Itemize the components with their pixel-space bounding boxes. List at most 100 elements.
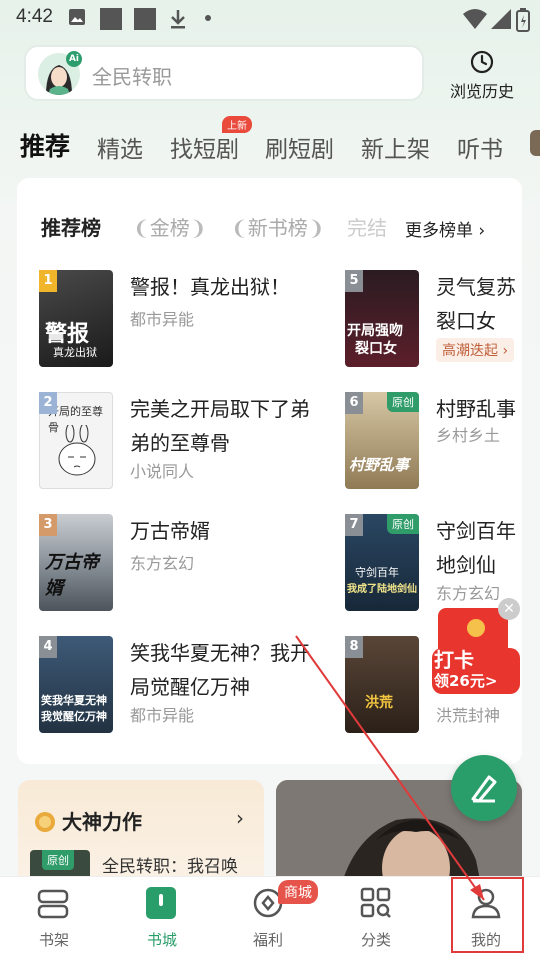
book-title: 守剑百年地剑仙 <box>436 519 516 577</box>
laurel-left-icon: ❨ <box>133 216 150 240</box>
wifi-icon <box>463 9 487 29</box>
checkin-redpacket[interactable]: 打卡 领26元> ✕ <box>430 598 522 696</box>
rank-tab-gold[interactable]: ❨金榜❩ <box>133 212 207 241</box>
category-tabs: 推荐 精选 找短剧 刷短剧 新上架 听书 <box>0 124 540 164</box>
featured-book-title: 全民转职：我召唤 <box>102 857 238 877</box>
rank-tab-recommend[interactable]: 推荐榜 <box>41 212 101 241</box>
cover-title: 开局强吻 <box>347 323 403 339</box>
browse-history-label: 浏览历史 <box>449 82 514 101</box>
book-genre: 东方玄幻 <box>130 554 195 573</box>
book-title: 灵气复苏裂口女 <box>436 275 516 333</box>
redpacket-line2: 领26元> <box>434 672 498 690</box>
book-title: 完美之开局取下了弟弟的至尊骨 <box>130 397 310 455</box>
book-item[interactable]: 开局的至尊骨 2 完美之开局取下了弟弟的至尊骨 小说同人 <box>39 392 329 490</box>
original-tag: 原创 <box>42 850 74 870</box>
cover-title: 村野乱事 <box>349 456 410 474</box>
rank-number: 8 <box>345 636 363 658</box>
search-input[interactable]: 全民转职 <box>92 61 172 90</box>
nav-label: 分类 <box>360 931 391 949</box>
rabbit-illustration-icon <box>58 425 96 476</box>
hot-tag: 高潮迭起 › <box>436 338 515 362</box>
bookstore-icon <box>146 887 176 919</box>
book-genre: 小说同人 <box>130 462 195 481</box>
app-notification-icon <box>100 8 122 30</box>
rank-number: 2 <box>39 392 57 414</box>
category-icon <box>360 887 391 918</box>
redpacket-line1: 打卡 <box>434 648 474 672</box>
rank-number: 7 <box>345 514 363 536</box>
cover-title: 笑我华夏无神 <box>41 694 107 707</box>
shield-icon[interactable] <box>530 130 540 156</box>
chevron-right-icon[interactable]: › <box>236 806 244 830</box>
rank-number: 6 <box>345 392 363 414</box>
more-notifications-icon <box>205 15 211 21</box>
status-time: 4:42 <box>16 6 53 27</box>
laurel-right-icon: ❩ <box>189 216 207 240</box>
nav-label: 福利 <box>252 931 283 949</box>
close-icon[interactable]: ✕ <box>498 598 520 620</box>
tab-audiobooks[interactable]: 听书 <box>457 130 503 164</box>
cover-title: 洪荒 <box>365 695 393 711</box>
new-badge: 上新 <box>222 116 252 133</box>
battery-icon <box>516 8 530 32</box>
nav-label: 书架 <box>38 931 69 949</box>
book-genre: 乡村乡土 <box>436 426 501 445</box>
laurel-left-icon: ❨ <box>231 216 248 240</box>
ai-badge: Ai <box>66 51 82 67</box>
write-button[interactable] <box>451 755 517 821</box>
tab-recommend[interactable]: 推荐 <box>20 127 70 163</box>
rank-number: 5 <box>345 270 363 292</box>
book-genre: 都市异能 <box>130 310 195 329</box>
rank-tab-new[interactable]: ❨新书榜❩ <box>231 212 325 241</box>
rank-number: 3 <box>39 514 57 536</box>
cover-subtitle: 我成了陆地剑仙 <box>347 584 417 595</box>
featured-title: 大神力作 <box>62 810 142 834</box>
nav-label: 书城 <box>146 931 177 949</box>
download-icon <box>171 10 185 29</box>
nav-category[interactable]: 分类 <box>322 877 430 960</box>
status-bar: 4:42 <box>0 0 540 36</box>
tab-selected[interactable]: 精选 <box>97 130 143 164</box>
rank-tab-finished[interactable]: 完结 <box>347 212 407 241</box>
book-genre: 都市异能 <box>130 706 195 725</box>
highlight-box <box>451 877 524 953</box>
pen-icon <box>471 775 497 803</box>
laurel-right-icon: ❩ <box>307 216 325 240</box>
rank-number: 1 <box>39 270 57 292</box>
app-notification-icon-2 <box>134 8 156 30</box>
shop-badge: 商城 <box>278 880 318 904</box>
tab-new-arrivals[interactable]: 新上架 <box>361 130 430 164</box>
book-title: 笑我华夏无神？我开局觉醒亿万神 <box>130 641 310 699</box>
rank-tab-new-label: 新书榜 <box>247 216 308 240</box>
clock-icon <box>470 50 494 74</box>
book-title: 万古帝婿 <box>130 519 210 543</box>
book-item[interactable]: 开局强吻 裂口女 5 灵气复苏裂口女 高潮迭起 › <box>345 270 522 390</box>
book-genre: 洪荒封神 <box>436 706 501 725</box>
tab-watch-short-drama[interactable]: 刷短剧 <box>265 130 334 164</box>
original-tag: 原创 <box>387 392 419 412</box>
rank-tab-gold-label: 金榜 <box>149 216 190 240</box>
book-title: 村野乱事 <box>436 397 516 421</box>
book-title: 警报！真龙出狱！ <box>130 275 290 299</box>
cover-title: 万古帝婿 <box>45 552 99 599</box>
cover-subtitle: 真龙出狱 <box>53 346 97 359</box>
book-item[interactable]: 笑我华夏无神 我觉醒亿万神 4 笑我华夏无神？我开局觉醒亿万神 都市异能 <box>39 636 329 734</box>
nav-bookshelf[interactable]: 书架 <box>0 877 108 960</box>
original-tag: 原创 <box>387 514 419 534</box>
book-item[interactable]: 警报 真龙出狱 1 警报！真龙出狱！ 都市异能 <box>39 270 329 368</box>
cover-subtitle: 裂口女 <box>355 341 397 357</box>
book-item[interactable]: 万古帝婿 3 万古帝婿 东方玄幻 <box>39 514 329 612</box>
cover-subtitle: 我觉醒亿万神 <box>41 710 107 723</box>
rank-number: 4 <box>39 636 57 658</box>
image-notification-icon <box>69 9 85 25</box>
tab-find-short-drama[interactable]: 找短剧 <box>170 130 239 164</box>
bookshelf-icon <box>37 889 69 919</box>
browse-history-button[interactable]: 浏览历史 <box>440 48 524 102</box>
search-bar[interactable]: Ai 全民转职 <box>24 45 424 101</box>
more-rankings-link[interactable]: 更多榜单 › <box>405 216 485 241</box>
medal-icon <box>35 812 55 832</box>
nav-bookstore[interactable]: 书城 <box>108 877 216 960</box>
book-item[interactable]: 村野乱事 原创 6 村野乱事 乡村乡土 <box>345 392 522 490</box>
cover-title: 守剑百年 <box>355 566 399 579</box>
signal-icon <box>491 9 511 29</box>
